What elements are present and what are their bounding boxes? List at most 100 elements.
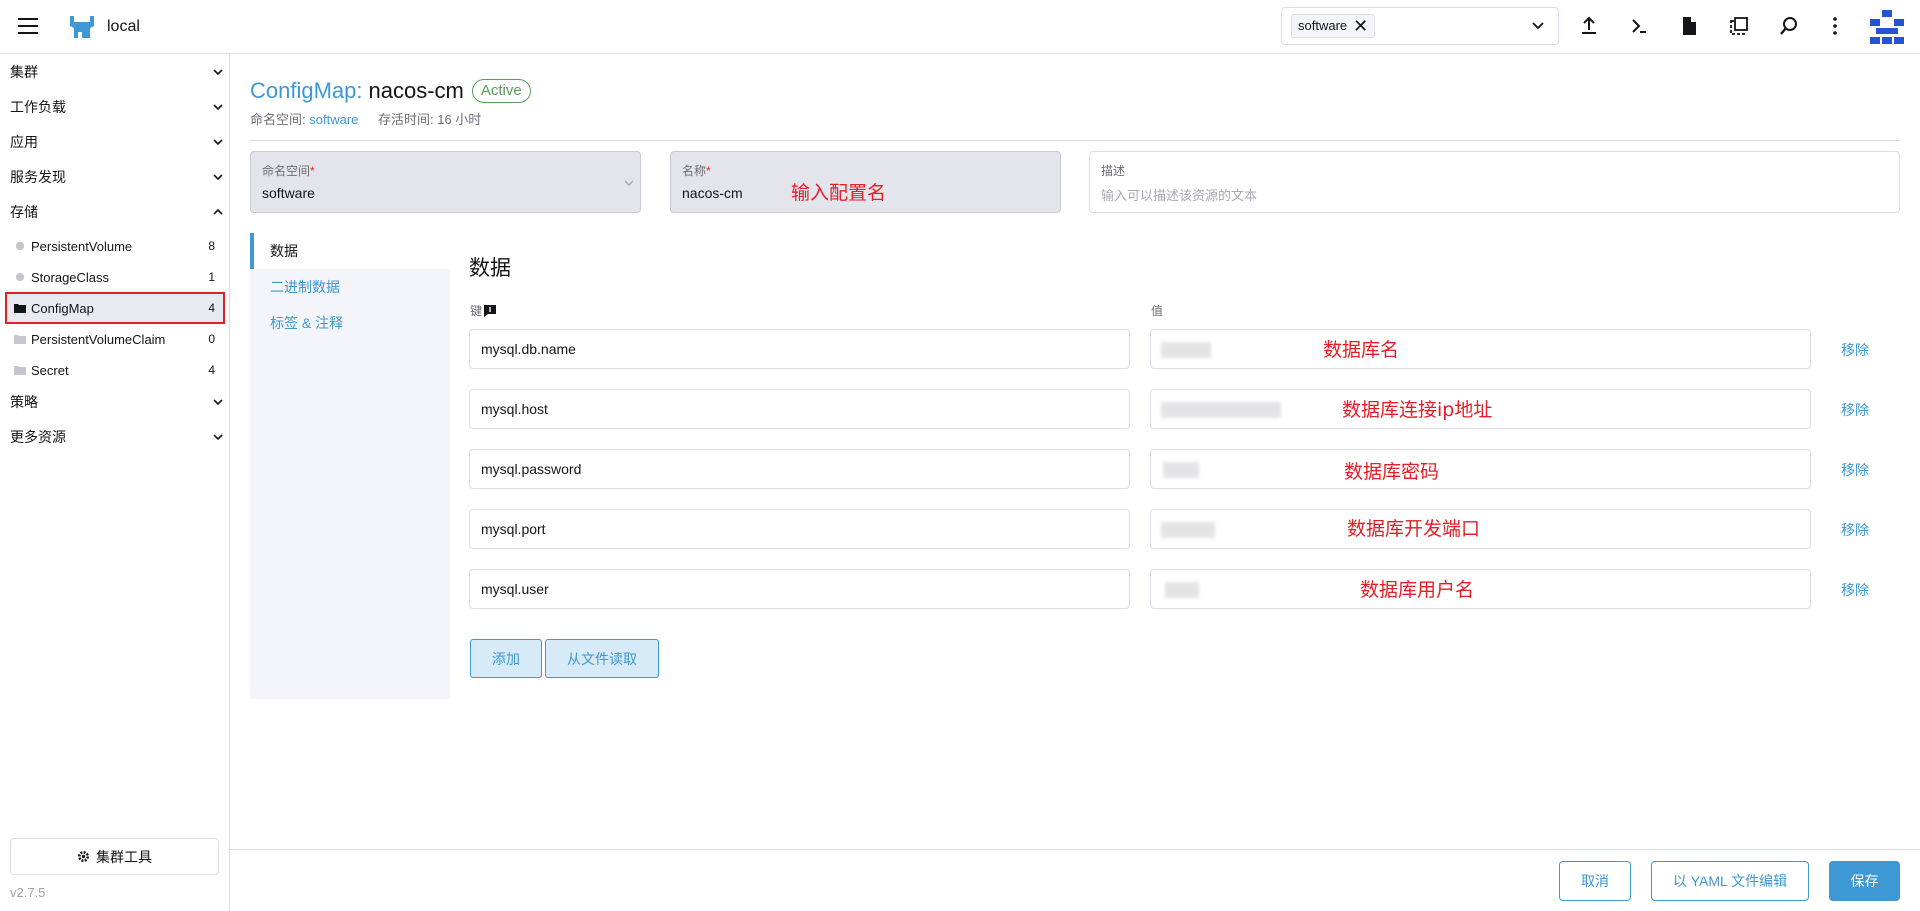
sidebar-item-persistentvolume[interactable]: PersistentVolume 8	[7, 232, 223, 260]
copy-config-icon[interactable]	[1728, 15, 1750, 37]
read-from-file-button[interactable]: 从文件读取	[545, 639, 659, 678]
cluster-name[interactable]: local	[107, 18, 140, 36]
tab-data[interactable]: 数据	[250, 233, 450, 269]
page-title: ConfigMap: nacos-cm Active	[250, 78, 531, 104]
resource-meta: 命名空间: software 存活时间: 16 小时	[250, 109, 481, 128]
name-field-label: 名称	[682, 164, 707, 178]
sidebar-item-label: PersistentVolumeClaim	[31, 331, 166, 347]
remove-button[interactable]: 移除	[1841, 340, 1869, 360]
namespace-link[interactable]: software	[309, 112, 358, 127]
chevron-down-icon	[213, 104, 223, 111]
file-icon[interactable]	[1678, 15, 1700, 37]
save-button[interactable]: 保存	[1829, 861, 1900, 901]
description-placeholder: 输入可以描述该资源的文本	[1101, 188, 1258, 203]
cancel-button[interactable]: 取消	[1559, 861, 1631, 901]
key-input[interactable]: mysql.user	[469, 569, 1130, 609]
namespace-field: 命名空间* software	[250, 151, 641, 213]
nav-group-workloads[interactable]: 工作负载	[10, 95, 224, 119]
key-input[interactable]: mysql.db.name	[469, 329, 1130, 369]
nav-group-label: 应用	[10, 134, 38, 150]
remove-button[interactable]: 移除	[1841, 580, 1869, 600]
cluster-tools-label: 集群工具	[96, 848, 152, 865]
search-icon[interactable]	[1778, 15, 1800, 37]
sidebar-item-label: Secret	[31, 362, 69, 378]
chevron-down-icon	[213, 174, 223, 181]
nav-group-storage[interactable]: 存储	[10, 200, 224, 224]
annotation-db-host: 数据库连接ip地址	[1342, 399, 1493, 421]
circle-icon	[15, 241, 25, 251]
edit-as-yaml-button[interactable]: 以 YAML 文件编辑	[1651, 861, 1809, 901]
section-title: 数据	[469, 257, 511, 280]
key-input[interactable]: mysql.port	[469, 509, 1130, 549]
description-field[interactable]: 描述 输入可以描述该资源的文本	[1089, 151, 1900, 213]
namespace-chip-label: software	[1298, 18, 1348, 33]
sidebar: 集群 工作负载 应用 服务发现 存储 PersistentVolume 8 St…	[0, 54, 230, 911]
folder-icon	[14, 366, 26, 375]
nav-group-more-resources[interactable]: 更多资源	[10, 425, 224, 449]
chevron-down-icon	[213, 399, 223, 406]
field-label: 命名空间*	[262, 162, 629, 179]
folder-icon	[14, 304, 26, 313]
status-badge: Active	[471, 79, 531, 103]
chip-close-icon[interactable]: ✕	[1353, 16, 1368, 36]
value-column-header: 值	[1151, 304, 1164, 318]
blurred-value	[1161, 402, 1281, 418]
annotation-db-name: 数据库名	[1323, 339, 1400, 361]
value-input[interactable]	[1150, 569, 1811, 609]
item-count: 4	[208, 301, 215, 315]
nav-group-policy[interactable]: 策略	[10, 390, 224, 414]
tab-labels-annotations[interactable]: 标签 & 注释	[250, 305, 450, 341]
blurred-value	[1165, 582, 1199, 598]
more-vertical-icon[interactable]	[1824, 15, 1846, 37]
age-label: 存活时间: 16 小时	[378, 112, 482, 127]
info-icon[interactable]	[484, 304, 497, 317]
value-input[interactable]	[1150, 449, 1811, 489]
blurred-value	[1163, 462, 1199, 478]
chevron-up-icon	[213, 208, 223, 215]
nav-group-apps[interactable]: 应用	[10, 130, 224, 154]
nav-group-service-discovery[interactable]: 服务发现	[10, 165, 224, 189]
circle-icon	[15, 272, 25, 282]
namespace-meta-label: 命名空间:	[250, 112, 306, 127]
key-input[interactable]: mysql.host	[469, 389, 1130, 429]
value-input[interactable]	[1150, 509, 1811, 549]
upload-icon[interactable]	[1578, 15, 1600, 37]
shell-icon[interactable]	[1628, 15, 1650, 37]
add-row-button[interactable]: 添加	[470, 639, 542, 678]
tab-binary-data[interactable]: 二进制数据	[250, 269, 450, 305]
sidebar-item-persistentvolumeclaim[interactable]: PersistentVolumeClaim 0	[7, 325, 223, 353]
resource-type: ConfigMap:	[250, 78, 363, 103]
remove-button[interactable]: 移除	[1841, 460, 1869, 480]
value-input[interactable]	[1150, 329, 1811, 369]
nav-group-label: 服务发现	[10, 169, 66, 185]
key-input[interactable]: mysql.password	[469, 449, 1130, 489]
remove-button[interactable]: 移除	[1841, 400, 1869, 420]
chevron-down-icon[interactable]	[1532, 21, 1544, 31]
annotation-db-password: 数据库密码	[1344, 461, 1440, 483]
namespace-filter[interactable]: software ✕	[1281, 7, 1559, 45]
user-avatar[interactable]	[1868, 8, 1906, 46]
chevron-down-icon	[213, 69, 223, 76]
nav-group-label: 工作负载	[10, 99, 66, 115]
namespace-field-value: software	[262, 185, 315, 201]
rancher-logo	[70, 16, 94, 38]
remove-button[interactable]: 移除	[1841, 520, 1869, 540]
menu-icon[interactable]	[18, 18, 38, 34]
annotation-name: 输入配置名	[791, 182, 887, 204]
sidebar-item-configmap[interactable]: ConfigMap 4	[5, 292, 225, 324]
cluster-tools-button[interactable]: 集群工具	[10, 838, 219, 875]
sidebar-item-storageclass[interactable]: StorageClass 1	[7, 263, 223, 291]
sidebar-item-label: ConfigMap	[31, 300, 94, 316]
folder-icon	[14, 335, 26, 344]
chevron-down-icon	[213, 139, 223, 146]
nav-group-cluster[interactable]: 集群	[10, 60, 224, 84]
sidebar-item-label: StorageClass	[31, 269, 110, 285]
blurred-value	[1161, 342, 1211, 358]
sidebar-item-secret[interactable]: Secret 4	[7, 356, 223, 384]
annotation-db-user: 数据库用户名	[1360, 579, 1475, 601]
gear-icon	[78, 851, 89, 862]
field-label: 名称*	[682, 162, 1049, 179]
item-count: 1	[208, 270, 215, 284]
nav-group-label: 更多资源	[10, 429, 66, 445]
chevron-down-icon	[213, 434, 223, 441]
